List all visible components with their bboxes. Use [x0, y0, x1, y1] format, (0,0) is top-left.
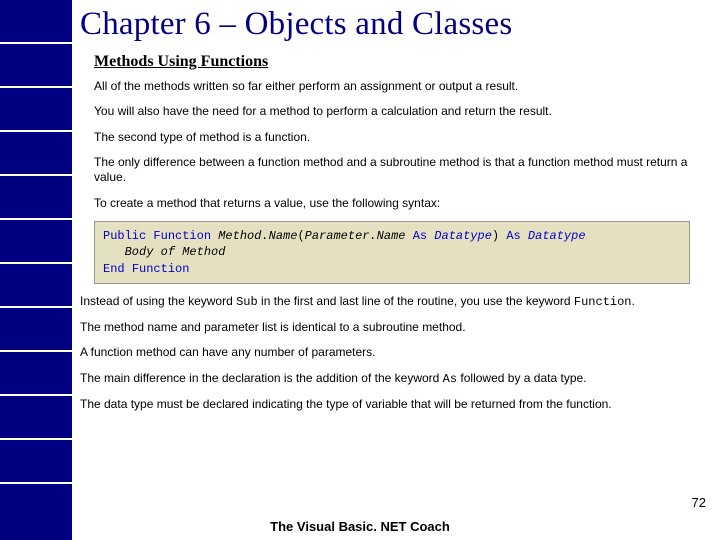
code-keyword: Public — [103, 229, 146, 243]
sidebar-block — [0, 396, 72, 438]
sidebar-block — [0, 440, 72, 482]
paragraph: The data type must be declared indicatin… — [80, 397, 698, 412]
sidebar — [0, 0, 72, 540]
code-keyword: As — [506, 229, 520, 243]
paragraph: Instead of using the keyword Sub in the … — [80, 294, 698, 310]
paragraph: A function method can have any number of… — [80, 345, 698, 360]
code-block: Public Function Method.Name(Parameter.Na… — [94, 221, 690, 284]
paragraph: The second type of method is a function. — [94, 130, 698, 145]
code-ident: Method.Name — [218, 229, 297, 243]
code-ident: Parameter.Name — [305, 229, 406, 243]
code-ident: Datatype — [528, 229, 586, 243]
sidebar-block — [0, 88, 72, 130]
text: in the first and last line of the routin… — [258, 294, 574, 308]
text: . — [632, 294, 635, 308]
text: followed by a data type. — [457, 371, 586, 385]
chapter-title: Chapter 6 – Objects and Classes — [80, 6, 704, 43]
sidebar-block — [0, 44, 72, 86]
sidebar-block — [0, 264, 72, 306]
paragraph: You will also have the need for a method… — [94, 104, 698, 119]
sidebar-block — [0, 308, 72, 350]
code-ident: Datatype — [434, 229, 492, 243]
code-text: ) — [492, 229, 499, 243]
inline-code: Function — [574, 295, 632, 309]
paragraph: To create a method that returns a value,… — [94, 196, 698, 211]
paragraph: The main difference in the declaration i… — [80, 371, 698, 387]
code-body: Body of Method — [125, 245, 226, 259]
inline-code: Sub — [236, 295, 258, 309]
sidebar-block — [0, 220, 72, 262]
paragraph: All of the methods written so far either… — [94, 79, 698, 94]
paragraph: The only difference between a function m… — [94, 155, 698, 186]
footer-text: The Visual Basic. NET Coach — [0, 519, 720, 534]
sidebar-block — [0, 132, 72, 174]
code-keyword: End — [103, 262, 125, 276]
code-text: ( — [297, 229, 304, 243]
text: Instead of using the keyword — [80, 294, 236, 308]
inline-code: As — [443, 372, 457, 386]
code-keyword: As — [413, 229, 427, 243]
sidebar-block — [0, 176, 72, 218]
code-keyword: Function — [153, 229, 211, 243]
section-subtitle: Methods Using Functions — [94, 53, 704, 71]
sidebar-block — [0, 0, 72, 42]
text: The main difference in the declaration i… — [80, 371, 443, 385]
page-number: 72 — [692, 495, 706, 510]
sidebar-block — [0, 352, 72, 394]
slide-content: Chapter 6 – Objects and Classes Methods … — [80, 0, 712, 540]
code-keyword: Function — [132, 262, 190, 276]
paragraph: The method name and parameter list is id… — [80, 320, 698, 335]
